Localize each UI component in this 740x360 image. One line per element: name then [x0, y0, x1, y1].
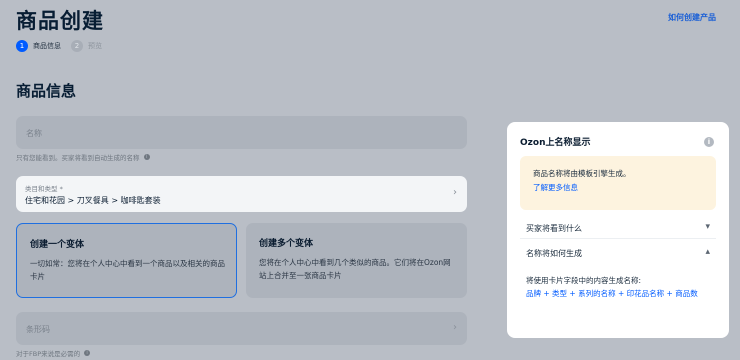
name-display-panel: Ozon上名称显示 i 商品名称将由模板引擎生成。 了解更多信息 买家将看到什么… — [507, 122, 729, 338]
template-intro: 将使用卡片字段中的内容生成名称: — [526, 276, 642, 285]
step-label: 预览 — [88, 42, 102, 50]
step-2[interactable]: 2 预览 — [71, 40, 102, 52]
notice-text: 商品名称将由模板引擎生成。 — [533, 169, 631, 178]
variant-title: 创建多个变体 — [259, 239, 314, 249]
step-label: 商品信息 — [33, 42, 61, 50]
variant-description: 您将在个人中心中看到几个类似的商品。它们将在Ozon网站上合并至一张商品卡片 — [259, 258, 451, 280]
learn-more-link[interactable]: 了解更多信息 — [533, 182, 578, 193]
info-icon[interactable]: i — [84, 350, 91, 356]
panel-title: Ozon上名称显示 — [520, 138, 591, 148]
barcode-hint: 对于FBP来说是必需的 i — [16, 348, 91, 358]
accordion-what-buyers-see[interactable]: 买家将看到什么 ▾ — [520, 217, 716, 239]
chevron-down-icon: ▾ — [705, 222, 710, 232]
chevron-right-icon: › — [453, 322, 457, 333]
notice-box: 商品名称将由模板引擎生成。 了解更多信息 — [520, 156, 716, 210]
category-value: 住宅和花园 > 刀叉餐具 > 咖啡匙套装 — [25, 196, 161, 205]
help-link[interactable]: 如何创建产品 — [668, 12, 716, 23]
category-label: 类目和类型 * — [25, 185, 63, 193]
name-hint-text: 只有您能看到。买家将看到自动生成的名称 — [16, 154, 140, 162]
accordion-label: 买家将看到什么 — [526, 224, 582, 233]
template-formula: 品牌 + 类型 + 系列的名称 + 印花品名称 + 商品数 — [526, 289, 698, 298]
step-number: 1 — [16, 40, 28, 52]
chevron-up-icon: ▴ — [705, 247, 710, 257]
name-input[interactable]: 名称 — [16, 116, 467, 149]
variant-title: 创建一个变体 — [30, 240, 85, 250]
variant-single-option[interactable]: 创建一个变体 一切如常：您将在个人中心中看到一个商品以及相关的商品卡片 — [16, 223, 237, 298]
accordion-how-name-generated[interactable]: 名称将如何生成 ▴ — [520, 242, 716, 264]
category-select[interactable]: 类目和类型 * 住宅和花园 > 刀叉餐具 > 咖啡匙套装 › — [16, 176, 467, 212]
variant-multiple-option[interactable]: 创建多个变体 您将在个人中心中看到几个类似的商品。它们将在Ozon网站上合并至一… — [246, 223, 467, 298]
barcode-input[interactable]: 条形码 › — [16, 312, 467, 345]
accordion-label: 名称将如何生成 — [526, 249, 582, 258]
step-1[interactable]: 1 商品信息 — [16, 40, 61, 52]
info-icon[interactable]: i — [143, 154, 150, 160]
page-title: 商品创建 — [16, 9, 104, 33]
chevron-right-icon: › — [453, 187, 457, 198]
barcode-hint-text: 对于FBP来说是必需的 — [16, 350, 81, 358]
variant-description: 一切如常：您将在个人中心中看到一个商品以及相关的商品卡片 — [30, 259, 225, 281]
name-hint: 只有您能看到。买家将看到自动生成的名称 i — [16, 152, 150, 162]
step-number: 2 — [71, 40, 83, 52]
barcode-placeholder: 条形码 — [26, 325, 50, 334]
section-title: 商品信息 — [16, 82, 77, 100]
accordion-content: 将使用卡片字段中的内容生成名称: 品牌 + 类型 + 系列的名称 + 印花品名称… — [526, 274, 712, 300]
name-placeholder: 名称 — [26, 129, 42, 138]
stepper: 1 商品信息 2 预览 — [16, 40, 112, 52]
info-icon[interactable]: i — [704, 137, 714, 147]
